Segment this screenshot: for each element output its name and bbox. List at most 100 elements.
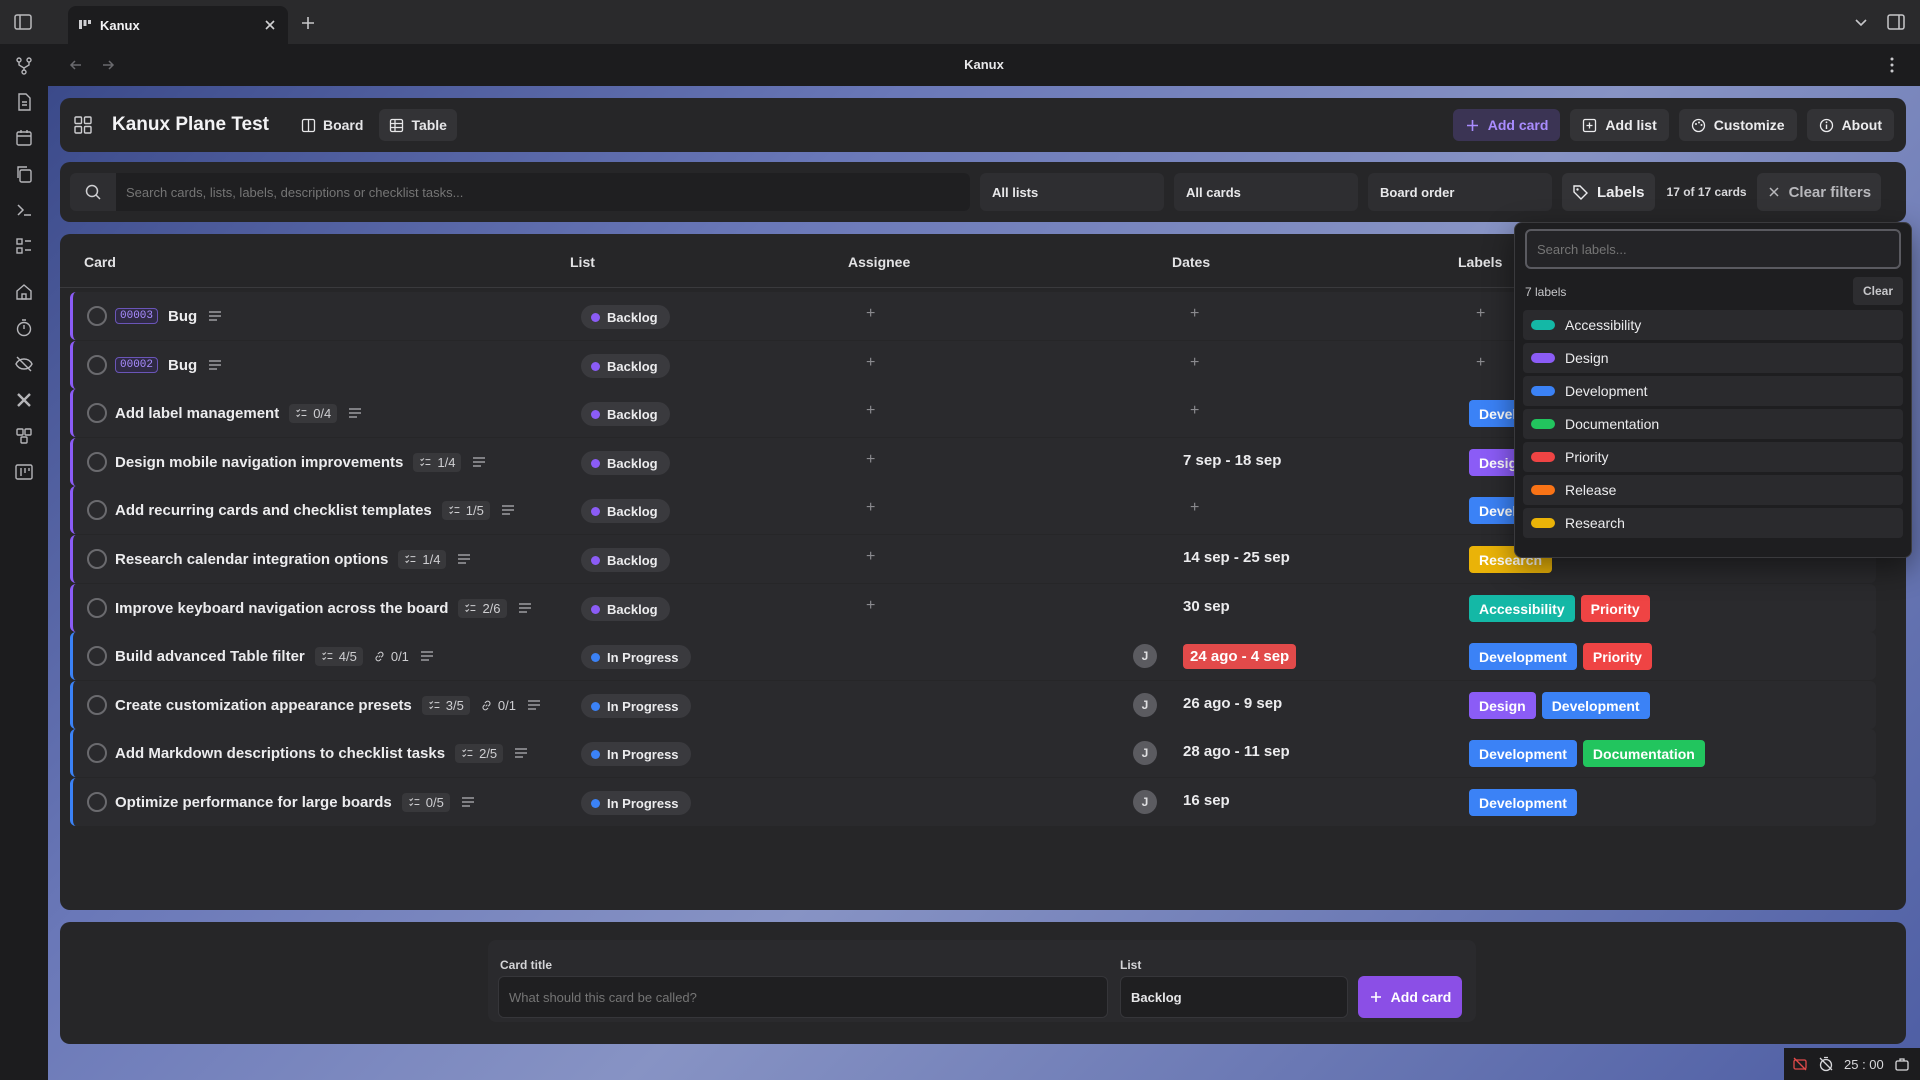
lists-select[interactable]: All lists: [980, 173, 1164, 211]
complete-checkbox[interactable]: [87, 743, 107, 763]
camera-off-icon[interactable]: [1792, 1056, 1808, 1072]
kanban-icon[interactable]: [14, 462, 34, 482]
eye-off-icon[interactable]: [14, 354, 34, 374]
labels-clear-button[interactable]: Clear: [1852, 277, 1903, 305]
card-title[interactable]: Bug: [168, 308, 197, 325]
board-view-button[interactable]: Board: [291, 109, 373, 141]
customize-button[interactable]: Customize: [1678, 109, 1797, 141]
label-option[interactable]: Design: [1523, 343, 1903, 373]
table-row[interactable]: Create customization appearance presets 3…: [70, 681, 1876, 729]
list-badge[interactable]: Backlog: [581, 499, 670, 523]
list-badge[interactable]: Backlog: [581, 548, 670, 572]
overdue-date-badge[interactable]: 24 ago - 4 sep: [1183, 644, 1297, 669]
complete-checkbox[interactable]: [87, 500, 107, 520]
column-header-dates[interactable]: Dates: [1172, 254, 1210, 270]
add-assignee-button[interactable]: +: [866, 451, 875, 469]
list-badge[interactable]: Backlog: [581, 597, 670, 621]
add-assignee-button[interactable]: +: [866, 305, 875, 323]
label-option[interactable]: Research: [1523, 508, 1903, 538]
about-button[interactable]: About: [1806, 109, 1894, 141]
complete-checkbox[interactable]: [87, 549, 107, 569]
labels-search-input[interactable]: [1525, 229, 1901, 269]
add-date-button[interactable]: +: [1190, 402, 1199, 420]
label-chip[interactable]: Accessibility: [1469, 595, 1575, 622]
close-tab-icon[interactable]: [262, 17, 278, 33]
column-header-list[interactable]: List: [570, 254, 595, 270]
add-assignee-button[interactable]: +: [866, 597, 875, 615]
sidebar-toggle-icon[interactable]: [12, 11, 34, 33]
label-option[interactable]: Priority: [1523, 442, 1903, 472]
briefcase-icon[interactable]: [1894, 1056, 1910, 1072]
timer-off-icon[interactable]: [1818, 1056, 1834, 1072]
list-badge[interactable]: Backlog: [581, 402, 670, 426]
list-icon[interactable]: [14, 236, 34, 256]
table-row[interactable]: Build advanced Table filter 4/5 0/1 In Prog…: [70, 632, 1876, 680]
clear-filters-button[interactable]: Clear filters: [1756, 173, 1882, 211]
list-select[interactable]: Backlog: [1120, 976, 1348, 1018]
label-chip[interactable]: Development: [1541, 692, 1650, 719]
grid-icon[interactable]: [72, 114, 94, 136]
browser-tab[interactable]: Kanux: [68, 6, 288, 44]
submit-add-card-button[interactable]: Add card: [1358, 976, 1462, 1018]
date-range[interactable]: 28 ago - 11 sep: [1183, 743, 1290, 760]
add-label-button[interactable]: +: [1476, 305, 1485, 323]
copy-icon[interactable]: [14, 164, 34, 184]
add-assignee-button[interactable]: +: [866, 499, 875, 517]
tools-icon[interactable]: [14, 390, 34, 410]
list-badge[interactable]: Backlog: [581, 354, 670, 378]
table-row[interactable]: Add Markdown descriptions to checklist t…: [70, 729, 1876, 777]
home-icon[interactable]: [14, 282, 34, 302]
add-assignee-button[interactable]: +: [866, 548, 875, 566]
column-header-assignee[interactable]: Assignee: [848, 254, 910, 270]
add-assignee-button[interactable]: +: [866, 402, 875, 420]
label-option[interactable]: Development: [1523, 376, 1903, 406]
add-assignee-button[interactable]: +: [866, 354, 875, 372]
list-badge[interactable]: Backlog: [581, 305, 670, 329]
label-chip[interactable]: Development: [1469, 740, 1577, 767]
timer-icon[interactable]: [14, 318, 34, 338]
card-title[interactable]: Add label management: [115, 405, 279, 422]
date-range[interactable]: 30 sep: [1183, 598, 1230, 615]
complete-checkbox[interactable]: [87, 598, 107, 618]
terminal-icon[interactable]: [14, 200, 34, 220]
apps-icon[interactable]: [14, 426, 34, 446]
avatar[interactable]: J: [1133, 644, 1157, 668]
label-chip[interactable]: Priority: [1582, 643, 1652, 670]
date-range[interactable]: 26 ago - 9 sep: [1183, 695, 1282, 712]
file-icon[interactable]: [14, 92, 34, 112]
label-chip[interactable]: Documentation: [1582, 740, 1705, 767]
table-row[interactable]: Optimize performance for large boards 0/5…: [70, 778, 1876, 826]
card-title[interactable]: Bug: [168, 357, 197, 374]
card-title[interactable]: Add Markdown descriptions to checklist t…: [115, 745, 445, 762]
table-view-button[interactable]: Table: [379, 109, 457, 141]
label-chip[interactable]: Development: [1469, 789, 1577, 816]
complete-checkbox[interactable]: [87, 646, 107, 666]
complete-checkbox[interactable]: [87, 695, 107, 715]
label-option[interactable]: Documentation: [1523, 409, 1903, 439]
card-title-input[interactable]: [498, 976, 1108, 1018]
date-range[interactable]: 14 sep - 25 sep: [1183, 549, 1290, 566]
add-list-button[interactable]: Add list: [1570, 109, 1669, 141]
complete-checkbox[interactable]: [87, 452, 107, 472]
list-badge[interactable]: Backlog: [581, 451, 670, 475]
list-badge[interactable]: In Progress: [581, 645, 691, 669]
label-option[interactable]: Release: [1523, 475, 1903, 505]
card-title[interactable]: Design mobile navigation improvements: [115, 454, 403, 471]
column-header-card[interactable]: Card: [84, 254, 116, 270]
label-chip[interactable]: Development: [1469, 643, 1577, 670]
list-badge[interactable]: In Progress: [581, 694, 691, 718]
label-chip[interactable]: Design: [1469, 692, 1536, 719]
add-card-button[interactable]: Add card: [1452, 109, 1561, 141]
cards-select[interactable]: All cards: [1174, 173, 1358, 211]
card-title[interactable]: Create customization appearance presets: [115, 697, 412, 714]
table-row[interactable]: Improve keyboard navigation across the b…: [70, 584, 1876, 632]
column-header-labels[interactable]: Labels: [1458, 254, 1502, 270]
list-badge[interactable]: In Progress: [581, 791, 691, 815]
label-chip[interactable]: Priority: [1580, 595, 1650, 622]
card-title[interactable]: Build advanced Table filter: [115, 648, 305, 665]
more-menu-icon[interactable]: [1884, 56, 1900, 74]
add-date-button[interactable]: +: [1190, 305, 1199, 323]
add-date-button[interactable]: +: [1190, 354, 1199, 372]
labels-filter-button[interactable]: Labels: [1562, 173, 1655, 211]
date-range[interactable]: 7 sep - 18 sep: [1183, 452, 1281, 469]
